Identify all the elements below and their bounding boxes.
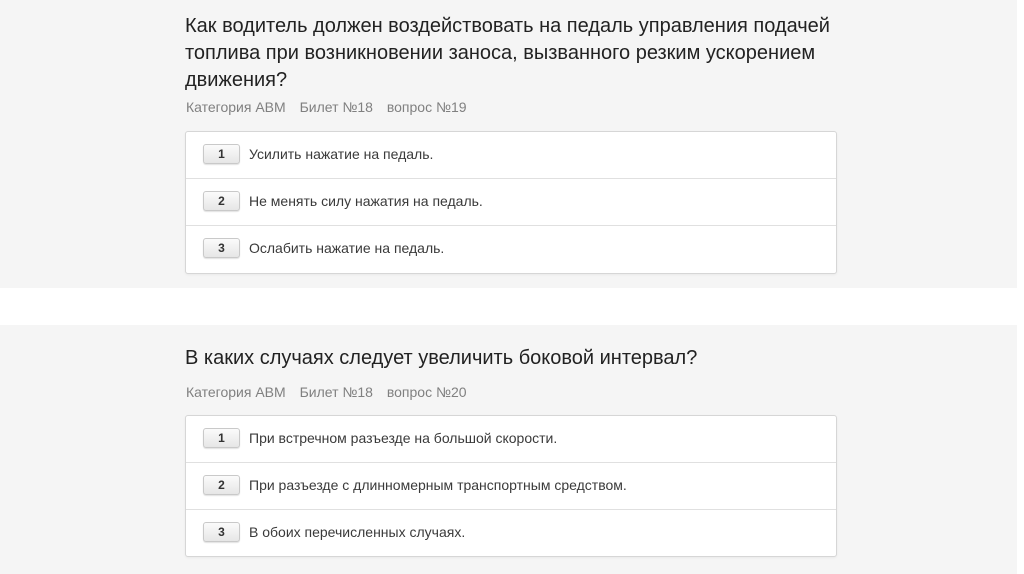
ticket-label: Билет №18 <box>299 99 373 115</box>
answer-option-3[interactable]: 3 В обоих перечисленных случаях. <box>186 509 836 556</box>
question-card-19: Как водитель должен воздействовать на пе… <box>0 0 1017 288</box>
answer-option-1[interactable]: 1 Усилить нажатие на педаль. <box>186 132 836 178</box>
ticket-label: Билет №18 <box>299 384 373 400</box>
answer-number-button[interactable]: 3 <box>203 238 240 258</box>
answer-option-2[interactable]: 2 При разъезде с длинномерным транспортн… <box>186 462 836 509</box>
answer-list: 1 При встречном разъезде на большой скор… <box>185 415 837 557</box>
answer-text[interactable]: В обоих перечисленных случаях. <box>249 524 465 540</box>
category-label: Категория ABM <box>186 99 286 115</box>
answer-option-2[interactable]: 2 Не менять силу нажатия на педаль. <box>186 178 836 225</box>
answer-number-button[interactable]: 1 <box>203 144 240 164</box>
question-meta: Категория ABM Билет №18 вопрос №19 <box>186 99 477 115</box>
question-number-label: вопрос №19 <box>386 99 467 115</box>
answer-number-button[interactable]: 2 <box>203 475 240 495</box>
question-title: Как водитель должен воздействовать на пе… <box>185 15 830 91</box>
question-meta: Категория ABM Билет №18 вопрос №20 <box>186 384 477 400</box>
answer-text[interactable]: Не менять силу нажатия на педаль. <box>249 193 483 209</box>
category-label: Категория ABM <box>186 384 286 400</box>
question-card-20: В каких случаях следует увеличить боково… <box>0 325 1017 574</box>
question-number-label: вопрос №20 <box>386 384 467 400</box>
answer-text[interactable]: При встречном разъезде на большой скорос… <box>249 430 557 446</box>
answer-text[interactable]: Ослабить нажатие на педаль. <box>249 240 444 256</box>
answer-text[interactable]: Усилить нажатие на педаль. <box>249 146 433 162</box>
answer-number-button[interactable]: 2 <box>203 191 240 211</box>
answer-number-button[interactable]: 1 <box>203 428 240 448</box>
answer-option-1[interactable]: 1 При встречном разъезде на большой скор… <box>186 416 836 462</box>
question-title: В каких случаях следует увеличить боково… <box>185 347 698 369</box>
answer-list: 1 Усилить нажатие на педаль. 2 Не менять… <box>185 131 837 274</box>
answer-number-button[interactable]: 3 <box>203 522 240 542</box>
answer-option-3[interactable]: 3 Ослабить нажатие на педаль. <box>186 225 836 272</box>
answer-text[interactable]: При разъезде с длинномерным транспортным… <box>249 477 627 493</box>
